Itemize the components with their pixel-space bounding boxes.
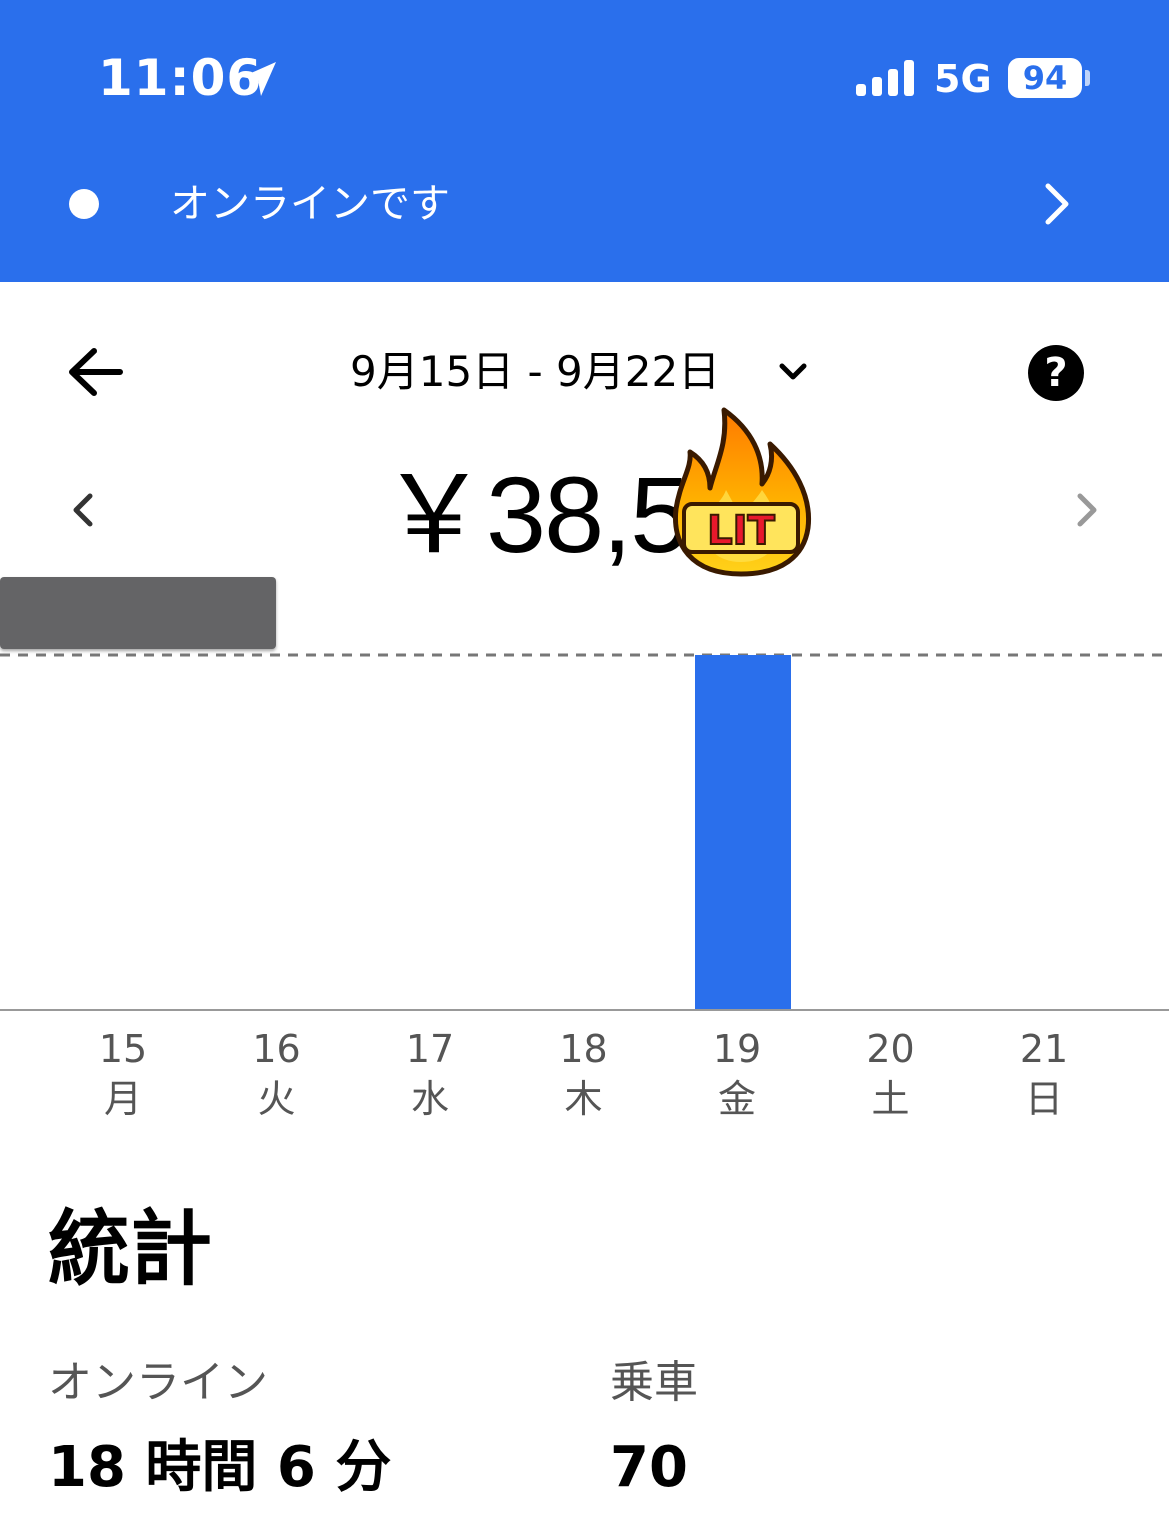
date-range-selector[interactable]: 9月15日 - 9月22日 [350, 342, 720, 402]
chart-weekday-label-21: 日 [1025, 1077, 1063, 1121]
next-week-chevron-icon[interactable] [1074, 490, 1100, 530]
location-arrow-icon [242, 62, 276, 96]
chart-day-label-16: 16 [252, 1027, 300, 1071]
network-type: 5G [934, 57, 992, 101]
online-time-value: 18 時間 6 分 [48, 1435, 392, 1500]
fire-lit-sticker: LIT [672, 407, 812, 577]
chart-weekday-label-16: 火 [257, 1077, 295, 1121]
weekly-earnings-chart: 15 月 16 火 17 水 18 木 19 金 20 土 21 日 [0, 653, 1169, 1121]
earnings-amount: ￥38,5 [380, 454, 690, 575]
sticker-text: LIT [707, 508, 775, 554]
chart-day-label-18: 18 [559, 1027, 607, 1071]
redaction-block [0, 577, 276, 649]
chart-weekday-label-19: 金 [718, 1077, 756, 1121]
online-status-dot-icon [69, 189, 99, 219]
online-time-label: オンライン [48, 1357, 268, 1408]
top-bar: 11:06 5G 94 オンラインです [0, 0, 1169, 282]
previous-week-chevron-icon[interactable] [70, 490, 96, 530]
online-status-label: オンラインです [170, 181, 450, 227]
cellular-signal-icon [856, 60, 914, 96]
chevron-down-icon[interactable] [776, 360, 810, 384]
chart-weekday-label-15: 月 [104, 1077, 142, 1121]
chart-day-label-17: 17 [406, 1027, 454, 1071]
stats-heading: 統計 [48, 1202, 213, 1297]
rides-value: 70 [610, 1435, 688, 1500]
battery-cap-icon [1085, 70, 1090, 86]
chart-day-label-19: 19 [713, 1027, 761, 1071]
rides-label: 乗車 [610, 1357, 698, 1408]
chart-day-label-15: 15 [99, 1027, 147, 1071]
chart-weekday-label-18: 木 [564, 1077, 602, 1121]
chart-day-label-20: 20 [866, 1027, 914, 1071]
chart-weekday-label-17: 水 [411, 1077, 449, 1121]
chevron-right-icon[interactable] [1040, 182, 1074, 226]
chart-weekday-label-20: 土 [871, 1077, 909, 1121]
battery-indicator: 94 [1008, 58, 1082, 98]
help-icon[interactable]: ? [1028, 345, 1084, 401]
chart-bar-19 [695, 655, 791, 1010]
back-arrow-icon[interactable] [66, 345, 124, 399]
chart-day-label-21: 21 [1020, 1027, 1068, 1071]
